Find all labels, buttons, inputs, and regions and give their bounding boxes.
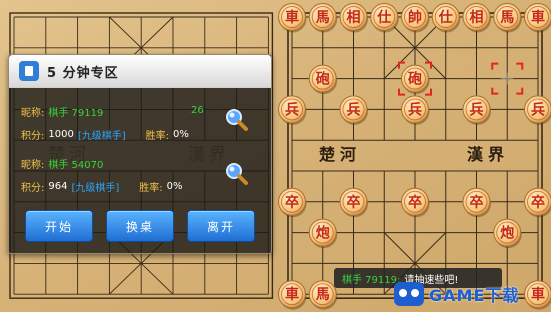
player2-stats-row: 积分: 964 [九级棋手] 胜率: 0% xyxy=(21,178,183,194)
player1-score: 26 xyxy=(191,105,204,116)
player1-winrate: 0% xyxy=(173,128,189,140)
piece-label: 車 xyxy=(285,286,299,303)
points-label: 积分: xyxy=(21,130,45,142)
player1-nick-row: 昵称: 棋手 79119 xyxy=(21,103,103,119)
piece-label: 砲 xyxy=(316,71,330,88)
piece-label: 兵 xyxy=(408,101,422,118)
piece-label: 馬 xyxy=(316,10,330,26)
piece-label: 車 xyxy=(285,9,299,26)
dialog-title: 5 分钟专区 xyxy=(47,65,119,81)
nick-label: 昵称: xyxy=(21,159,45,171)
start-button[interactable]: 开始 xyxy=(25,210,93,242)
river-left-text: 楚河 xyxy=(319,145,361,164)
player2-search-icon[interactable] xyxy=(224,161,248,185)
piece-label: 馬 xyxy=(500,10,514,26)
winrate-label: 胜率: xyxy=(145,130,170,142)
dialog-header: 5 分钟专区 xyxy=(9,55,271,88)
piece-label: 兵 xyxy=(531,101,545,118)
piece-label: 炮 xyxy=(500,225,514,242)
game-screen: 楚河 漢界 楚河 漢界 車馬相仕帥仕相馬車砲砲兵兵兵兵兵卒卒卒卒卒炮炮車馬車 5… xyxy=(0,0,551,312)
gamepad-logo-icon xyxy=(394,282,424,306)
player1-nick: 棋手 79119 xyxy=(48,107,104,119)
player2-winrate: 0% xyxy=(166,180,183,192)
piece-label: 卒 xyxy=(531,194,545,211)
player1-points: 1000 xyxy=(48,128,74,140)
room-icon xyxy=(19,61,39,81)
site-watermark: GAME下载 xyxy=(394,280,545,308)
nick-label: 昵称: xyxy=(21,107,45,119)
player2-points: 964 xyxy=(48,180,68,192)
player1-stats-row: 积分: 1000 [九级棋手] 胜率: 0% xyxy=(21,126,189,142)
piece-label: 帥 xyxy=(408,9,422,26)
piece-label: 兵 xyxy=(285,101,299,118)
piece-label: 卒 xyxy=(408,194,422,211)
winrate-label: 胜率: xyxy=(139,182,163,194)
toast-player-name: 棋手 79119: xyxy=(342,274,401,286)
player2-level: [九级棋手] xyxy=(71,182,120,194)
points-label: 积分: xyxy=(21,182,45,194)
player2-nick-row: 昵称: 棋手 54070 xyxy=(21,155,103,171)
change-table-button[interactable]: 换桌 xyxy=(106,210,174,242)
player1-level: [九级棋手] xyxy=(77,130,126,142)
leave-button[interactable]: 离开 xyxy=(187,210,255,242)
room-dialog: 5 分钟专区 昵称: 棋手 79119 26 积分: 1000 [九级棋手] 胜… xyxy=(8,54,272,254)
piece-label: 炮 xyxy=(316,225,330,242)
piece-label: 相 xyxy=(470,9,484,26)
piece-label: 馬 xyxy=(316,287,330,303)
piece-label: 相 xyxy=(347,9,361,26)
river-right-text: 漢界 xyxy=(467,145,509,164)
piece-label: 卒 xyxy=(347,194,361,211)
player2-nick: 棋手 54070 xyxy=(48,159,104,171)
piece-label: 卒 xyxy=(470,194,484,211)
piece-label: 兵 xyxy=(470,101,484,118)
watermark-text: GAME下载 xyxy=(429,286,520,305)
piece-label: 仕 xyxy=(438,9,453,26)
player1-search-icon[interactable] xyxy=(224,107,248,131)
piece-label: 砲 xyxy=(408,71,422,88)
piece-label: 卒 xyxy=(285,194,299,211)
piece-label: 兵 xyxy=(347,101,361,118)
piece-label: 仕 xyxy=(376,9,391,26)
piece-label: 車 xyxy=(531,9,545,26)
